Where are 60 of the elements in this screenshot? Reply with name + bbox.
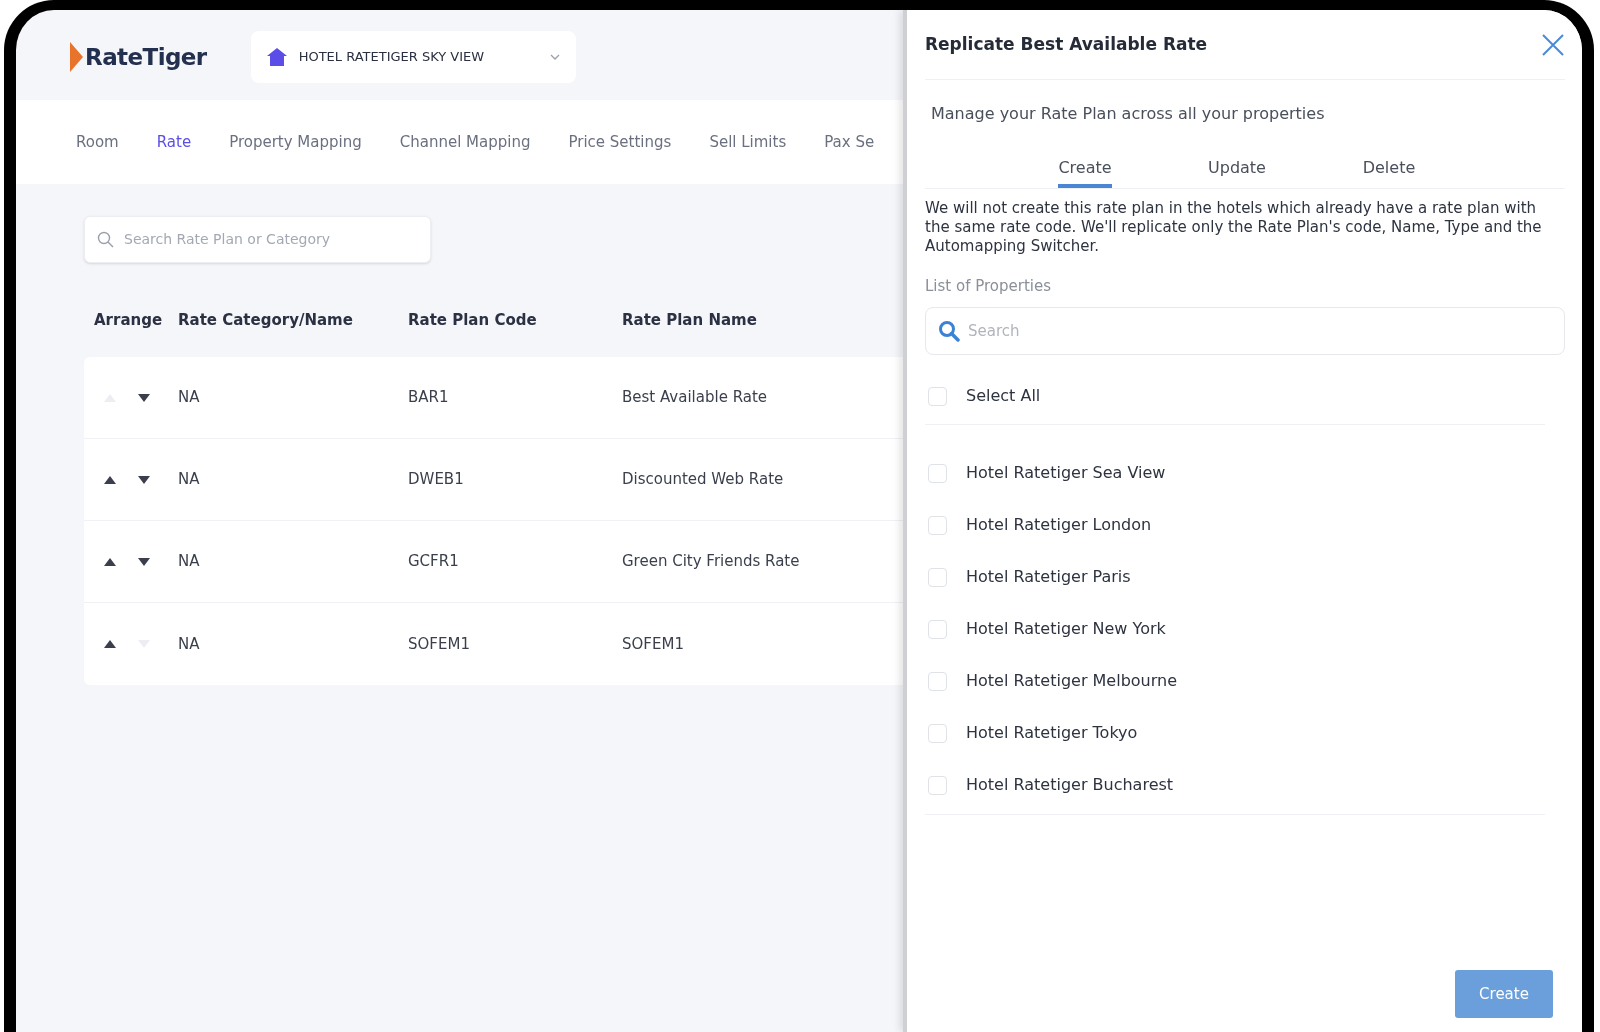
table-cell-text: BAR1 [408, 387, 449, 409]
checkbox[interactable] [928, 671, 947, 691]
move-up-icon[interactable] [104, 640, 116, 648]
panel-tab[interactable]: Delete [1362, 158, 1416, 188]
panel-subtitle: Manage your Rate Plan across all your properties [931, 104, 1325, 123]
move-up-icon[interactable] [104, 557, 116, 566]
checkbox[interactable] [928, 386, 947, 406]
notice-text: We will not create this rate plan in the hotels which already have a rate plan with the same rate code. We'll replicate only the Rate Plan's code, Name, Type and the Automapping Switcher. [925, 199, 1543, 256]
checkbox[interactable] [928, 723, 947, 743]
nav-tab[interactable]: Pax Se [824, 130, 875, 154]
table-cell-text: NA [178, 551, 200, 573]
nav-tab[interactable]: Property Mapping [229, 130, 362, 154]
column-header: Rate Plan Name [622, 309, 757, 331]
column-header: Rate Plan Code [408, 309, 537, 331]
table-cell-text: SOFEM1 [408, 633, 470, 655]
search-icon [938, 320, 960, 342]
checkbox-label: Hotel Ratetiger Bucharest [966, 774, 1174, 796]
column-header: Arrange [94, 309, 163, 331]
nav-tab[interactable]: Channel Mapping [399, 130, 531, 154]
checkbox-label: Hotel Ratetiger New York [966, 618, 1166, 640]
hotel-selector[interactable]: HOTEL RATETIGER SKY VIEW [250, 31, 576, 83]
checkbox-label: Select All [966, 385, 1041, 407]
chevron-down-icon [549, 54, 560, 60]
checkbox[interactable] [928, 515, 947, 535]
nav-tab[interactable]: Room [76, 130, 119, 154]
table-cell-text: NA [178, 469, 200, 491]
table-cell-text: NA [178, 387, 200, 409]
play-triangle-icon [70, 42, 83, 72]
move-down-icon[interactable] [138, 393, 150, 402]
checkbox-label: Hotel Ratetiger Tokyo [966, 722, 1138, 744]
table-cell-text: SOFEM1 [622, 633, 684, 655]
column-header: Rate Category/Name [178, 309, 353, 331]
table-cell-text: NA [178, 633, 200, 655]
panel-title: Replicate Best Available Rate [925, 32, 1208, 56]
move-down-icon[interactable] [138, 475, 150, 484]
table-cell-text: Best Available Rate [622, 387, 768, 409]
table-cell-text: Green City Friends Rate [622, 551, 800, 573]
checkbox[interactable] [928, 775, 947, 795]
checkbox-label: Hotel Ratetiger Melbourne [966, 670, 1177, 692]
close-icon[interactable] [1542, 33, 1564, 56]
table-cell-text: DWEB1 [408, 469, 464, 491]
table-cell-text: GCFR1 [408, 551, 459, 573]
nav-tab[interactable]: Price Settings [568, 130, 672, 154]
move-down-icon[interactable] [138, 557, 150, 566]
brand-name: RateTiger [85, 42, 207, 72]
list-label: List of Properties [925, 276, 1052, 296]
checkbox-label: Hotel Ratetiger Sea View [966, 462, 1166, 484]
nav-tab[interactable]: Rate [156, 130, 192, 154]
checkbox-label: Hotel Ratetiger London [966, 514, 1152, 536]
checkbox[interactable] [928, 463, 947, 483]
panel-tab[interactable]: Update [1208, 158, 1266, 188]
home-icon [266, 48, 287, 66]
move-up-icon[interactable] [104, 475, 116, 484]
search-icon [97, 231, 114, 248]
checkbox-label: Hotel Ratetiger Paris [966, 566, 1131, 588]
panel-tab[interactable]: Create [1058, 158, 1112, 188]
checkbox[interactable] [928, 567, 947, 587]
table-cell-text: Discounted Web Rate [622, 469, 784, 491]
nav-tab[interactable]: Sell Limits [709, 130, 787, 154]
checkbox[interactable] [928, 619, 947, 639]
